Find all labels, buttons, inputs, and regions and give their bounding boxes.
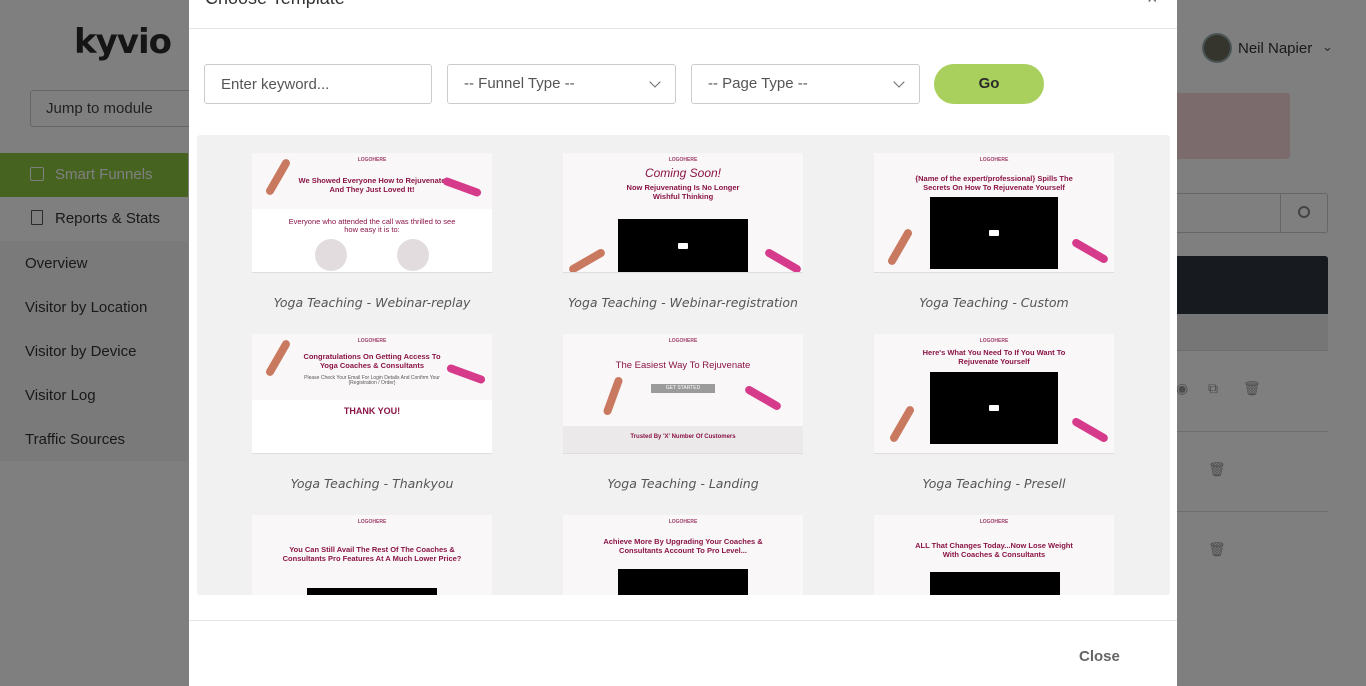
video-placeholder xyxy=(930,197,1058,269)
template-caption: Yoga Teaching - Custom xyxy=(919,295,1069,310)
yoga-figure xyxy=(743,384,783,412)
template-caption: Yoga Teaching - Webinar-registration xyxy=(568,295,798,310)
funnel-type-value: -- Funnel Type -- xyxy=(464,75,575,92)
template-thumbnail[interactable]: LOGOHERE Achieve More By Upgrading Your … xyxy=(563,515,803,595)
chevron-down-icon xyxy=(893,76,905,88)
thumb-thankyou: THANK YOU! xyxy=(343,406,401,416)
thumb-headline: You Can Still Avail The Rest Of The Coac… xyxy=(282,545,462,563)
thumb-headline: Here's What You Need To If You Want To R… xyxy=(922,348,1066,366)
go-button[interactable]: Go xyxy=(934,64,1044,104)
divider xyxy=(189,620,1177,621)
yoga-figure xyxy=(264,338,292,378)
template-thumbnail[interactable]: LOGOHERE You Can Still Avail The Rest Of… xyxy=(252,515,492,595)
video-placeholder xyxy=(618,219,748,272)
divider xyxy=(189,28,1177,29)
video-placeholder xyxy=(930,572,1060,595)
thumb-logo: LOGOHERE xyxy=(357,519,387,525)
choose-template-modal: Choose Template × -- Funnel Type -- -- P… xyxy=(189,0,1177,686)
thumb-logo: LOGOHERE xyxy=(979,519,1009,525)
template-thumbnail[interactable]: LOGOHERE Congratulations On Getting Acce… xyxy=(252,334,492,454)
thumb-logo: LOGOHERE xyxy=(668,338,698,344)
thumb-logo: LOGOHERE xyxy=(668,519,698,525)
yoga-figure xyxy=(888,404,916,444)
thumb-logo: LOGOHERE xyxy=(979,338,1009,344)
template-caption: Yoga Teaching - Thankyou xyxy=(290,476,454,491)
keyword-search-input[interactable] xyxy=(204,64,432,104)
yoga-figure xyxy=(1070,237,1110,265)
heart-icon xyxy=(397,239,429,271)
modal-title: Choose Template xyxy=(205,0,345,9)
template-thumbnail[interactable]: LOGOHERE Here's What You Need To If You … xyxy=(874,334,1114,454)
template-thumbnail[interactable]: LOGOHERE ALL That Changes Today...Now Lo… xyxy=(874,515,1114,595)
thumb-headline: Coming Soon! xyxy=(644,166,722,180)
video-placeholder xyxy=(307,588,437,595)
template-caption: Yoga Teaching - Landing xyxy=(607,476,759,491)
thumb-subheadline: Please Check Your Email For Login Detail… xyxy=(304,375,440,386)
thumb-get-started: GET STARTED xyxy=(651,384,715,393)
thumb-headline: We Showed Everyone How to Rejuvenate And… xyxy=(298,176,446,194)
close-button[interactable]: Close xyxy=(1079,648,1120,665)
yoga-figure xyxy=(1070,416,1110,444)
template-caption: Yoga Teaching - Webinar-replay xyxy=(273,295,471,310)
page-type-value: -- Page Type -- xyxy=(708,75,808,92)
yoga-figure xyxy=(602,375,624,417)
thumb-headline: Congratulations On Getting Access To Yog… xyxy=(303,352,441,370)
funnel-type-select[interactable]: -- Funnel Type -- xyxy=(447,64,676,104)
thumb-logo: LOGOHERE xyxy=(668,157,698,163)
thumb-headline: The Easiest Way To Rejuvenate xyxy=(615,360,751,371)
video-placeholder xyxy=(618,569,748,595)
chevron-down-icon xyxy=(649,76,661,88)
thumb-headline: ALL That Changes Today...Now Lose Weight… xyxy=(915,541,1073,559)
template-thumbnail[interactable]: LOGOHERE Coming Soon! Now Rejuvenating I… xyxy=(563,153,803,273)
close-icon[interactable]: × xyxy=(1147,0,1158,9)
thumb-logo: LOGOHERE xyxy=(979,157,1009,163)
yoga-figure xyxy=(264,157,292,197)
thumb-subheadline: Now Rejuvenating Is No Longer Wishful Th… xyxy=(626,183,740,201)
thumb-trusted: Trusted By 'X' Number Of Customers xyxy=(630,434,736,440)
thumb-body: Everyone who attended the call was thril… xyxy=(288,217,456,234)
drop-icon xyxy=(315,239,347,271)
thumb-headline: Achieve More By Upgrading Your Coaches &… xyxy=(603,537,763,555)
template-thumbnail[interactable]: LOGOHERE We Showed Everyone How to Rejuv… xyxy=(252,153,492,273)
template-thumbnail[interactable]: LOGOHERE {Name of the expert/professiona… xyxy=(874,153,1114,273)
template-grid: LOGOHERE We Showed Everyone How to Rejuv… xyxy=(197,135,1170,595)
template-caption: Yoga Teaching - Presell xyxy=(922,476,1066,491)
thumb-headline: {Name of the expert/professional} Spills… xyxy=(915,174,1073,192)
yoga-figure xyxy=(567,247,607,272)
page-type-select[interactable]: -- Page Type -- xyxy=(691,64,920,104)
yoga-figure xyxy=(886,227,914,267)
video-placeholder xyxy=(930,372,1058,444)
template-thumbnail[interactable]: LOGOHERE The Easiest Way To Rejuvenate G… xyxy=(563,334,803,454)
yoga-figure xyxy=(763,247,803,272)
